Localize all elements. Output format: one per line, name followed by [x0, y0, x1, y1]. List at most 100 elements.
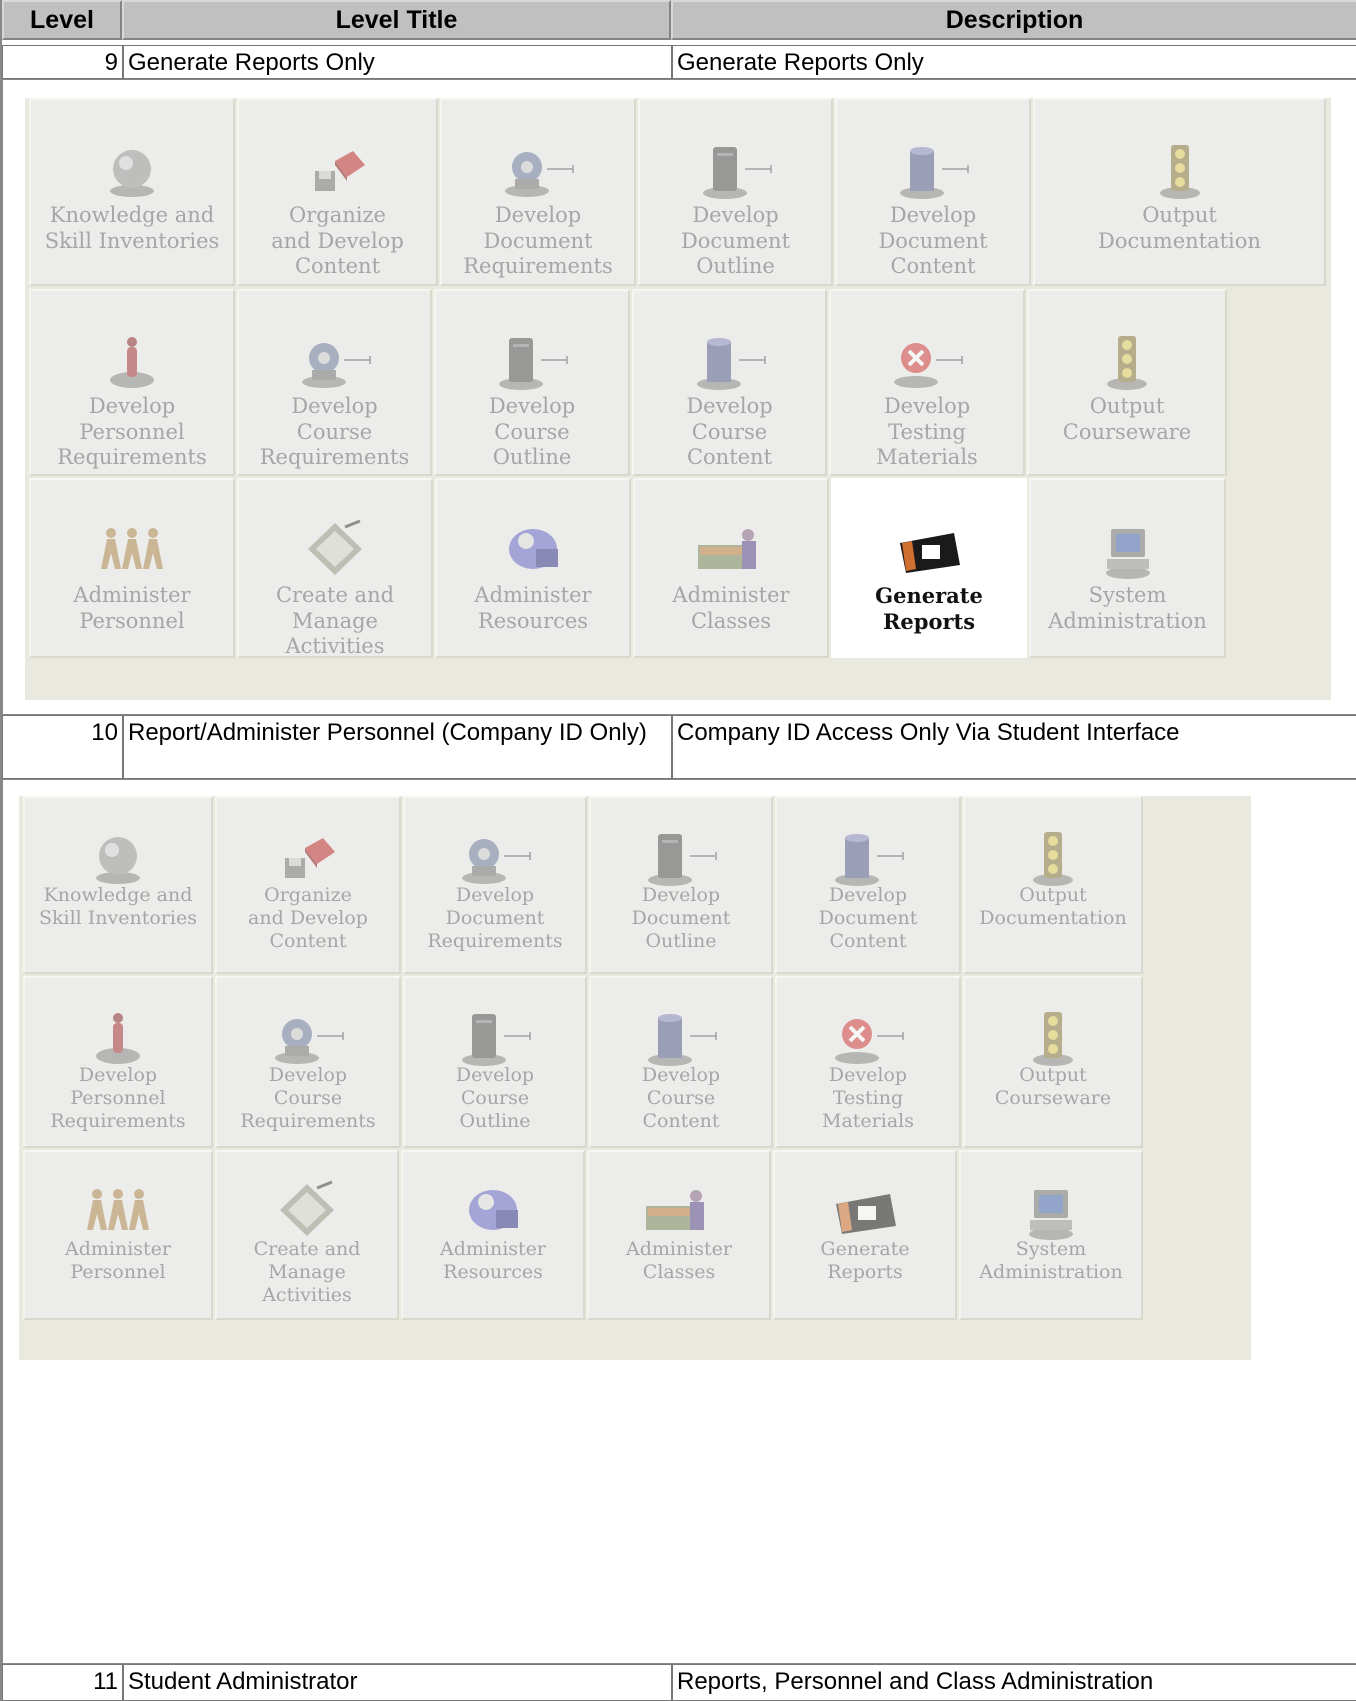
- gear-arrow-icon: [239, 329, 430, 391]
- menu-tile-develop-course-requirements[interactable]: Develop Course Requirements: [215, 976, 401, 1148]
- classroom-icon: [635, 518, 827, 580]
- menu-tile-label: Generate Reports: [820, 1238, 910, 1284]
- menu-tile-develop-document-outline[interactable]: Develop Document Outline: [589, 796, 773, 974]
- menu-tile-label: Develop Course Content: [641, 1064, 721, 1133]
- description-cell: Reports, Personnel and Class Administrat…: [672, 1664, 1356, 1701]
- menu-tile-develop-document-content[interactable]: Develop Document Content: [775, 796, 961, 974]
- clipboard-icon: [217, 1180, 397, 1238]
- menu-tile-label: Knowledge and Skill Inventories: [39, 884, 197, 930]
- menu-tile-administer-resources[interactable]: Administer Resources: [401, 1150, 585, 1320]
- menu-tile-administer-classes[interactable]: Administer Classes: [633, 478, 829, 658]
- resources-icon: [437, 518, 629, 580]
- database-arrow-icon: [837, 138, 1029, 200]
- menu-tile-organize-and-develop-content[interactable]: Organize and Develop Content: [237, 98, 438, 286]
- menu-tile-label: Develop Course Requirements: [240, 1064, 376, 1133]
- menu-tile-create-and-manage-activities[interactable]: Create and Manage Activities: [215, 1150, 399, 1320]
- menu-tile-develop-document-content[interactable]: Develop Document Content: [835, 98, 1031, 286]
- table-row: 10 Report/Administer Personnel (Company …: [2, 715, 1356, 779]
- menu-tile-label: Develop Document Outline: [631, 884, 731, 953]
- resources-icon: [403, 1182, 583, 1238]
- menu-tile-develop-course-content[interactable]: Develop Course Content: [589, 976, 773, 1148]
- classroom-icon: [589, 1182, 769, 1238]
- menu-tile-label: Develop Personnel Requirements: [57, 394, 207, 470]
- menu-tile-develop-course-content[interactable]: Develop Course Content: [632, 289, 827, 476]
- menu-tile-develop-course-requirements[interactable]: Develop Course Requirements: [237, 289, 432, 476]
- menu-tile-output-documentation[interactable]: Output Documentation: [1033, 98, 1326, 286]
- menu-tile-label: Administer Resources: [474, 583, 592, 633]
- menu-tile-create-and-manage-activities[interactable]: Create and Manage Activities: [237, 478, 433, 658]
- menu-tile-label: Output Courseware: [994, 1064, 1112, 1110]
- menu-tile-label: Develop Document Content: [818, 884, 918, 953]
- menu-tile-develop-document-requirements[interactable]: Develop Document Requirements: [403, 796, 587, 974]
- menu-tile-generate-reports[interactable]: Generate Reports: [831, 478, 1027, 658]
- menu-tile-label: Output Documentation: [1098, 203, 1261, 253]
- menu-tile-develop-personnel-requirements[interactable]: Develop Personnel Requirements: [29, 289, 235, 476]
- menu-tile-administer-classes[interactable]: Administer Classes: [587, 1150, 771, 1320]
- menu-tile-administer-resources[interactable]: Administer Resources: [435, 478, 631, 658]
- menu-tile-label: Develop Testing Materials: [876, 394, 978, 470]
- level-cell: 9: [2, 45, 123, 79]
- column-header-description: Description: [671, 0, 1356, 40]
- server-arrow-icon: [405, 1008, 585, 1066]
- computer-icon: [961, 1182, 1141, 1240]
- menu-tile-administer-personnel[interactable]: Administer Personnel: [23, 1150, 213, 1320]
- table-row: 11 Student Administrator Reports, Person…: [2, 1664, 1356, 1701]
- menu-tile-organize-and-develop-content[interactable]: Organize and Develop Content: [215, 796, 401, 974]
- film-slide-icon: [775, 1182, 955, 1238]
- menu-tile-label: Develop Personnel Requirements: [50, 1064, 186, 1133]
- menu-tile-output-courseware[interactable]: Output Courseware: [1027, 289, 1227, 476]
- clipboard-icon: [239, 518, 431, 580]
- menu-tile-label: Develop Course Requirements: [259, 394, 410, 470]
- server-arrow-icon: [640, 138, 831, 200]
- menu-tile-develop-course-outline[interactable]: Develop Course Outline: [403, 976, 587, 1148]
- menu-tile-label: Develop Document Requirements: [427, 884, 563, 953]
- menu-tile-develop-document-outline[interactable]: Develop Document Outline: [638, 98, 833, 286]
- menu-tile-label: System Administration: [979, 1238, 1123, 1284]
- level-cell: 10: [2, 715, 123, 779]
- database-arrow-icon: [591, 1008, 771, 1066]
- menu-tile-develop-personnel-requirements[interactable]: Develop Personnel Requirements: [23, 976, 213, 1148]
- disk-book-icon: [217, 828, 399, 884]
- menu-tile-label: Develop Document Requirements: [463, 203, 613, 279]
- gear-arrow-icon: [405, 828, 585, 884]
- level-title-cell: Generate Reports Only: [123, 45, 672, 79]
- globe-icon: [31, 138, 233, 200]
- menu-tile-label: Generate Reports: [875, 583, 983, 634]
- menu-tile-develop-testing-materials[interactable]: Develop Testing Materials: [775, 976, 961, 1148]
- computer-icon: [1031, 518, 1224, 580]
- menu-tile-label: Develop Document Content: [878, 203, 988, 279]
- menu-tile-develop-document-requirements[interactable]: Develop Document Requirements: [440, 98, 636, 286]
- menu-tile-generate-reports[interactable]: Generate Reports: [773, 1150, 957, 1320]
- level-title-cell: Report/Administer Personnel (Company ID …: [123, 715, 672, 779]
- menu-tile-label: Develop Course Outline: [455, 1064, 535, 1133]
- menu-tile-system-administration[interactable]: System Administration: [1029, 478, 1226, 658]
- menu-tile-output-courseware[interactable]: Output Courseware: [963, 976, 1143, 1148]
- menu-tile-label: Output Documentation: [979, 884, 1127, 930]
- main-menu-panel: Knowledge and Skill Inventories Organize …: [25, 98, 1331, 700]
- traffic-light-icon: [1035, 138, 1324, 200]
- column-header-level: Level: [2, 0, 122, 40]
- menu-tile-label: Administer Resources: [439, 1238, 546, 1284]
- database-arrow-icon: [634, 329, 825, 391]
- menu-tile-label: Administer Personnel: [73, 583, 191, 633]
- menu-tile-develop-testing-materials[interactable]: Develop Testing Materials: [829, 289, 1025, 476]
- menu-tile-label: Administer Classes: [625, 1238, 732, 1284]
- menu-tile-output-documentation[interactable]: Output Documentation: [963, 796, 1143, 974]
- people-chain-icon: [25, 1182, 211, 1238]
- menu-tile-knowledge-and-skill-inventories[interactable]: Knowledge and Skill Inventories: [29, 98, 235, 286]
- gear-arrow-icon: [442, 138, 634, 200]
- menu-tile-label: Develop Course Content: [686, 394, 773, 470]
- menu-tile-knowledge-and-skill-inventories[interactable]: Knowledge and Skill Inventories: [23, 796, 213, 974]
- permission-levels-table: Level Level Title Description 9 Generate…: [0, 0, 1356, 1701]
- table-header-row: Level Level Title Description: [2, 0, 1356, 40]
- menu-tile-label: Develop Course Outline: [488, 394, 576, 470]
- traffic-light-icon: [1029, 329, 1225, 391]
- menu-tile-system-administration[interactable]: System Administration: [959, 1150, 1143, 1320]
- menu-tile-develop-course-outline[interactable]: Develop Course Outline: [434, 289, 630, 476]
- figure-icon: [31, 329, 233, 391]
- film-slide-icon: [833, 518, 1025, 580]
- menu-tile-label: Develop Document Outline: [680, 203, 791, 279]
- menu-tile-administer-personnel[interactable]: Administer Personnel: [29, 478, 235, 658]
- description-cell: Company ID Access Only Via Student Inter…: [672, 715, 1356, 779]
- gear-arrow-icon: [217, 1008, 399, 1064]
